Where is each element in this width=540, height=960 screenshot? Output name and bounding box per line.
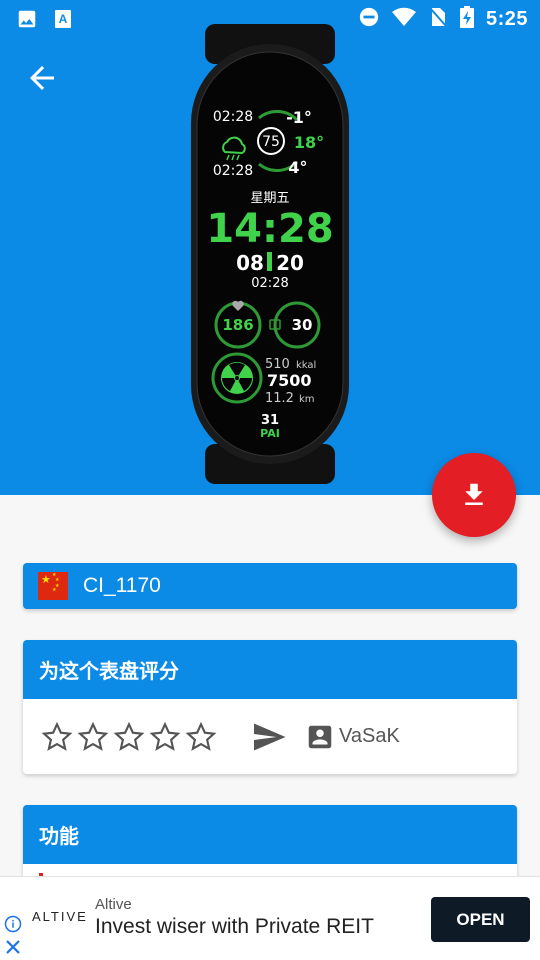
dnd-icon [358, 6, 380, 33]
watch-distance: 11.2 [265, 391, 294, 406]
watch-date-month: 08 [236, 251, 264, 275]
watch-distance-unit: km [299, 394, 315, 405]
a-icon: A [54, 9, 72, 34]
status-time: 5:25 [485, 8, 528, 30]
back-button[interactable] [24, 60, 60, 96]
watch-temp-low: -1° [286, 108, 312, 127]
watchface-name: CI_1170 [83, 574, 161, 597]
watch-temp-high: 4° [288, 158, 307, 177]
watch-steps: 7500 [267, 371, 312, 390]
watch-temp-current: 18° [294, 133, 324, 152]
watch-calories: 510 [265, 357, 290, 372]
wifi-icon [391, 7, 416, 32]
no-sim-icon [428, 6, 448, 33]
watch-date-day: 20 [276, 251, 304, 275]
rate-card-title: 为这个表盘评分 [23, 640, 517, 699]
star-icon[interactable] [77, 721, 109, 753]
svg-text:A: A [59, 12, 68, 26]
watch-calories-unit: kkal [296, 360, 316, 371]
ad-open-button[interactable]: OPEN [431, 897, 530, 942]
watch-weekday: 星期五 [250, 191, 289, 206]
close-icon[interactable] [5, 939, 21, 955]
watch-aqi: 75 [262, 134, 280, 150]
image-icon [16, 8, 38, 35]
watch-face-preview: 02:28 02:28 75 -1° 18° 4° 星期五 14:28 08 2… [191, 24, 349, 484]
battery-charging-icon [459, 6, 474, 33]
watch-heart-rate: 186 [222, 316, 253, 334]
features-card-title: 功能 [23, 805, 517, 864]
rate-card: 为这个表盘评分 VaSaK [23, 640, 517, 774]
watch-pai-value: 31 [261, 413, 279, 428]
watch-time-top: 02:28 [213, 109, 253, 125]
author-name: VaSaK [339, 725, 400, 747]
watchface-name-card: ★ ★ ★ ★ ★ CI_1170 [23, 563, 517, 609]
author-button[interactable]: VaSaK [305, 722, 400, 752]
info-icon[interactable] [4, 915, 22, 933]
watch-time-bottom: 02:28 [213, 163, 253, 179]
watch-alarm: 02:28 [251, 276, 288, 291]
send-icon[interactable] [251, 719, 287, 755]
arrow-back-icon [30, 66, 54, 90]
rating-stars [41, 721, 217, 753]
ad-headline[interactable]: Invest wiser with Private REIT [95, 915, 374, 939]
ad-brand: Altive [95, 896, 132, 913]
ad-banner[interactable]: ALTIVE Altive Invest wiser with Private … [0, 876, 540, 960]
china-flag-icon: ★ ★ ★ ★ ★ [38, 572, 68, 600]
header-banner: A 5:25 02:28 02:28 75 -1° 18° 4° 星期五 14:… [0, 0, 540, 495]
star-icon[interactable] [149, 721, 181, 753]
download-icon [465, 483, 483, 505]
watch-pai-label: PAI [260, 427, 280, 440]
star-icon[interactable] [185, 721, 217, 753]
watch-bt-value: 30 [292, 316, 313, 334]
star-icon[interactable] [41, 721, 73, 753]
star-icon[interactable] [113, 721, 145, 753]
download-button[interactable] [432, 453, 516, 537]
watch-clock: 14:28 [206, 206, 333, 252]
account-box-icon [308, 725, 332, 748]
ad-logo: ALTIVE [32, 909, 88, 924]
